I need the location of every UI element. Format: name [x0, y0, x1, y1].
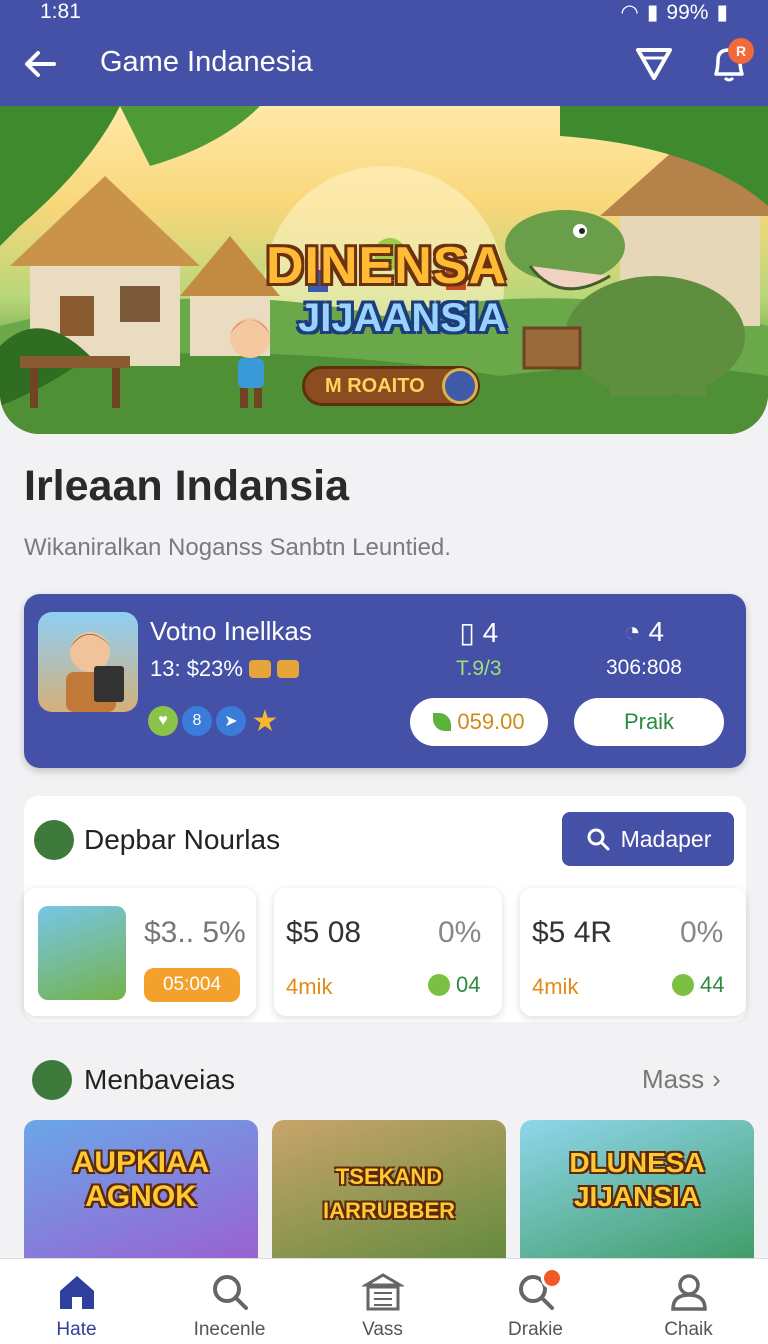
nav-label: Inecenle: [193, 1319, 266, 1340]
status-time: 1:81: [40, 0, 81, 23]
nav-item-building[interactable]: Vass: [306, 1259, 459, 1344]
nav-item-search[interactable]: Inecenle: [153, 1259, 306, 1344]
profile-icon: [671, 1274, 707, 1311]
stat-card[interactable]: $5 08 0% 4mik 04: [274, 888, 502, 1016]
bottom-navigation: Hate Inecenle Vass Drakie Chaik: [0, 1258, 768, 1344]
more-link[interactable]: Mass ›: [642, 1064, 721, 1095]
nav-label: Hate: [56, 1319, 97, 1340]
coins-label: 059.00: [457, 709, 525, 734]
shield-badge-icon: 8: [182, 706, 212, 736]
battery-percent: 99%: [666, 0, 709, 24]
count-value: 44: [700, 972, 725, 997]
banner-title: DINENSA: [266, 237, 508, 295]
coin-icon: [276, 660, 299, 678]
notification-dot: [541, 1267, 563, 1289]
stat-card-label: 4mik: [286, 974, 333, 999]
play-button[interactable]: Praik: [574, 698, 724, 746]
game-tile-title: DLUNESA JIJANSIA: [569, 1147, 705, 1212]
smile-icon: [34, 820, 74, 860]
stat-column-devices: ▯ 4 T.9/3: [456, 616, 502, 681]
stat-card-badge: 05:004: [144, 968, 240, 1002]
stat-card-percent: 0%: [680, 916, 724, 949]
leaf-icon: [433, 713, 452, 731]
status-bar: 1:81 ◠ ▮ 99% ▮: [0, 0, 768, 26]
game-tile[interactable]: TSEKAND IARRUBBER: [272, 1120, 506, 1270]
star-icon: ★: [251, 704, 279, 738]
back-arrow-icon[interactable]: [20, 44, 60, 84]
stat-card-value: $5 4R: [532, 916, 613, 949]
player-name: Votno Inellkas: [150, 616, 312, 646]
stat-value: 4: [648, 616, 665, 647]
banner-subtitle: JIJAANSIA: [298, 296, 507, 340]
section-title: Menbaveias: [84, 1064, 235, 1095]
game-tile[interactable]: DLUNESA JIJANSIA: [520, 1120, 754, 1270]
stat-sub: T.9/3: [456, 657, 502, 680]
section-title: Depbar Nourlas: [84, 824, 281, 855]
arrow-badge-icon: ➤: [216, 706, 246, 736]
stat-card-percent: 0%: [438, 916, 482, 949]
nav-label: Drakie: [508, 1319, 563, 1340]
player-stat: 13: $23%: [150, 656, 299, 682]
player-stat-text: 13: $23%: [150, 656, 243, 681]
profile-card[interactable]: Votno Inellkas 13: $23% ♥ 8 ➤ ★ ▯ 4 T.9/…: [24, 594, 746, 768]
nav-item-discover[interactable]: Drakie: [459, 1259, 612, 1344]
stat-card[interactable]: $5 4R 0% 4mik 44: [520, 888, 746, 1016]
stat-card-value: $5 08: [286, 916, 362, 949]
clover-icon: [32, 1060, 72, 1100]
avatar: [38, 612, 138, 712]
signal-icon: ▮: [646, 1, 659, 24]
nav-item-profile[interactable]: Chaik: [612, 1259, 765, 1344]
game-tile[interactable]: AUPKIAA AGNOK: [24, 1120, 258, 1270]
nav-label: Vass: [362, 1319, 403, 1340]
search-icon: [587, 828, 610, 851]
achievement-badges: ♥ 8 ➤ ★: [148, 704, 280, 738]
stat-column-time: ◔ 4 306:808: [606, 616, 682, 680]
more-label: Mass: [642, 1064, 705, 1094]
stat-card-label: 4mik: [532, 974, 579, 999]
coin-icon: [248, 660, 271, 678]
search-button[interactable]: Madaper: [562, 812, 734, 866]
filter-icon[interactable]: [634, 46, 674, 82]
nav-item-home[interactable]: Hate: [0, 1259, 153, 1344]
stat-card[interactable]: $3.. 5% 05:004: [24, 888, 256, 1016]
status-icons: ◠ ▮ 99% ▮: [621, 0, 728, 25]
home-icon: [60, 1276, 94, 1309]
game-tile-title: AUPKIAA AGNOK: [72, 1146, 210, 1213]
timer-icon: ◔: [623, 616, 641, 647]
search-button-label: Madaper: [620, 825, 712, 852]
notification-badge: R: [728, 38, 754, 64]
app-title: Game Indanesia: [100, 46, 313, 78]
green-dot-icon: [672, 974, 694, 996]
app-header: 1:81 ◠ ▮ 99% ▮ Game Indanesia R: [0, 0, 768, 106]
banner-button-icon[interactable]: [442, 368, 478, 404]
search-icon: [213, 1275, 248, 1310]
chevron-right-icon: ›: [712, 1064, 721, 1094]
page-subtitle: Wikaniralkan Noganss Sanbtn Leuntied.: [24, 534, 451, 561]
stat-card-value: $3.. 5%: [144, 916, 246, 949]
character-thumbnail: [38, 906, 126, 1000]
count-value: 04: [456, 972, 481, 997]
nav-label: Chaik: [664, 1319, 713, 1340]
coins-button[interactable]: 059.00: [410, 698, 548, 746]
device-icon: ▯: [459, 617, 475, 648]
stat-card-count: 44: [672, 972, 724, 998]
stat-sub: 306:808: [606, 656, 682, 679]
building-icon: [362, 1273, 404, 1311]
page-title: Irleaan Indansia: [24, 462, 350, 510]
green-dot-icon: [428, 974, 450, 996]
stat-card-count: 04: [428, 972, 480, 998]
battery-icon: ▮: [716, 1, 728, 24]
stat-value: 4: [482, 617, 499, 648]
heart-badge-icon: ♥: [148, 706, 178, 736]
game-tile-title: TSEKAND IARRUBBER: [323, 1164, 455, 1223]
wifi-icon: ◠: [620, 1, 639, 24]
